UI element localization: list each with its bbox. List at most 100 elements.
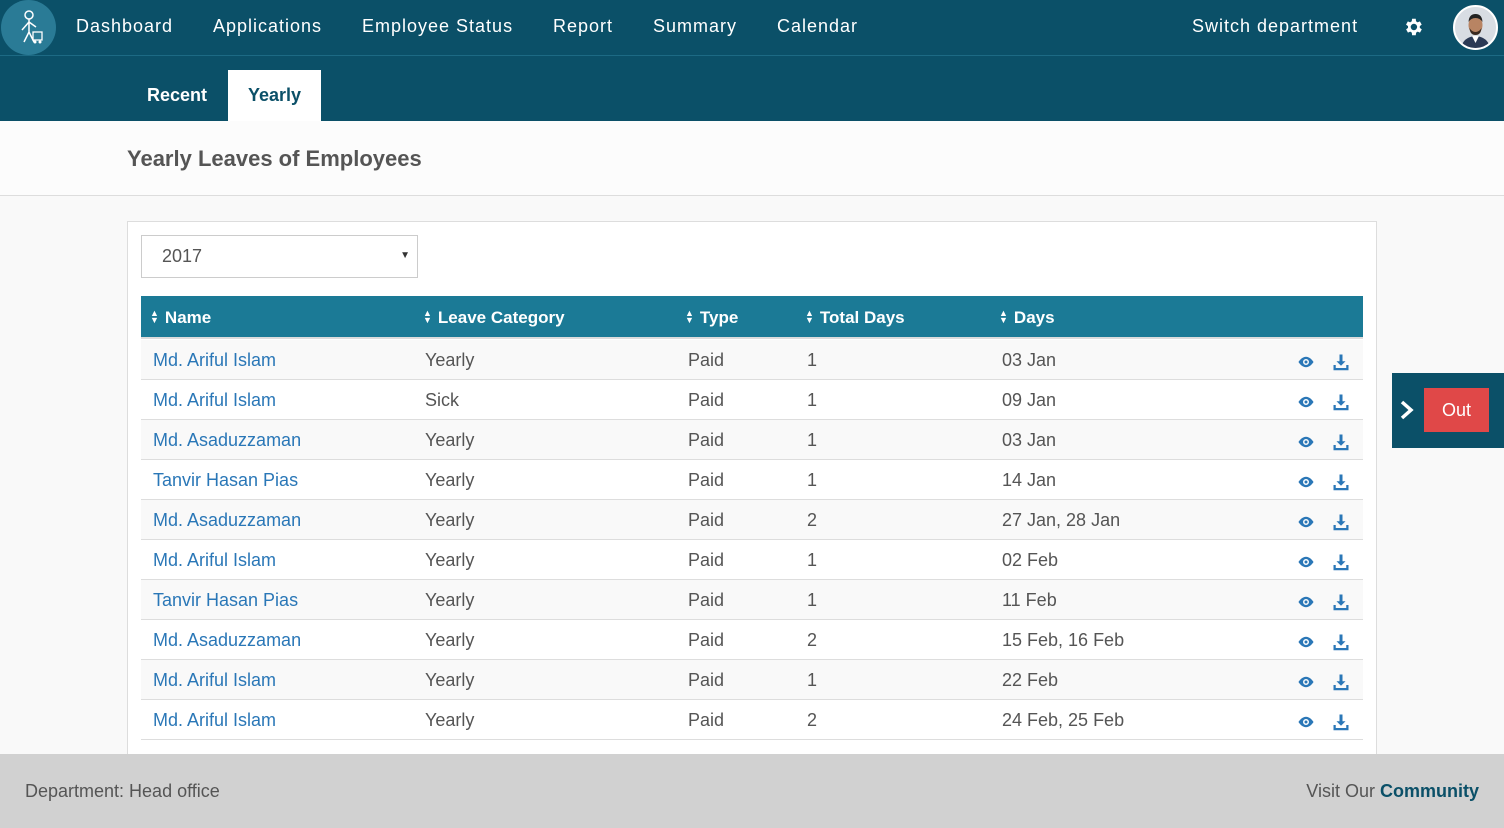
leave-category: Yearly [425,630,475,650]
employee-name-link[interactable]: Md. Ariful Islam [153,710,276,731]
eye-icon[interactable] [1297,473,1315,491]
leave-type: Paid [688,670,725,690]
employee-name-link[interactable]: Md. Asaduzzaman [153,430,301,451]
year-select[interactable]: 2017 ▼ [141,235,418,278]
eye-icon[interactable] [1297,633,1315,651]
sort-icon: ▲ ▼ [423,307,432,325]
employee-name-link[interactable]: Md. Asaduzzaman [153,630,301,651]
employee-name-link[interactable]: Md. Ariful Islam [153,350,276,371]
employee-name-link[interactable]: Md. Ariful Islam [153,670,276,691]
download-icon[interactable] [1332,473,1350,491]
sort-icon: ▲ ▼ [685,307,694,325]
table-row: Md. Ariful Islam Yearly Paid 2 24 Feb, 2… [141,700,1363,740]
table-row: Md. Ariful Islam Yearly Paid 1 03 Jan [141,340,1363,380]
user-photo-icon [1455,7,1496,48]
switch-department-link[interactable]: Switch department [1192,16,1358,37]
column-header-leave-category[interactable]: ▲ ▼ Leave Category [423,308,565,328]
leave-days: 14 Jan [1002,470,1057,490]
footer: Department: Head office Visit Our Commun… [0,754,1504,828]
download-icon[interactable] [1332,353,1350,371]
chevron-right-icon[interactable] [1400,400,1414,420]
leave-days: 22 Feb [1002,670,1059,690]
eye-icon[interactable] [1297,513,1315,531]
sort-icon: ▲ ▼ [150,307,159,325]
leave-type: Paid [688,470,725,490]
nav-report[interactable]: Report [553,16,613,37]
leave-days: 03 Jan [1002,430,1057,450]
column-header-leave-category-label: Leave Category [437,308,565,327]
community-link[interactable]: Community [1380,781,1479,801]
eye-icon[interactable] [1297,593,1315,611]
nav-calendar[interactable]: Calendar [777,16,858,37]
table-row: Md. Ariful Islam Yearly Paid 1 22 Feb [141,660,1363,700]
eye-icon[interactable] [1297,553,1315,571]
total-days: 2 [807,510,818,530]
download-icon[interactable] [1332,433,1350,451]
nav-dashboard[interactable]: Dashboard [76,16,173,37]
download-icon[interactable] [1332,673,1350,691]
download-icon[interactable] [1332,393,1350,411]
leave-category: Yearly [425,550,475,570]
user-avatar[interactable] [1453,5,1498,50]
download-icon[interactable] [1332,713,1350,731]
employee-name-link[interactable]: Tanvir Hasan Pias [153,470,298,491]
leave-category: Yearly [425,710,475,730]
eye-icon[interactable] [1297,353,1315,371]
leave-days: 02 Feb [1002,550,1059,570]
column-header-total-days-label: Total Days [819,308,905,327]
employee-name-link[interactable]: Tanvir Hasan Pias [153,590,298,611]
download-icon[interactable] [1332,513,1350,531]
table-row: Md. Asaduzzaman Yearly Paid 2 15 Feb, 16… [141,620,1363,660]
attendance-side-panel: Out [1392,373,1504,448]
leave-type: Paid [688,590,725,610]
column-header-days[interactable]: ▲ ▼ Days [999,308,1055,328]
leave-type: Paid [688,510,725,530]
total-days: 1 [807,550,818,570]
nav-employee-status[interactable]: Employee Status [362,16,513,37]
eye-icon[interactable] [1297,433,1315,451]
page-title: Yearly Leaves of Employees [127,146,422,171]
download-icon[interactable] [1332,553,1350,571]
download-icon[interactable] [1332,593,1350,611]
eye-icon[interactable] [1297,673,1315,691]
sort-icon: ▲ ▼ [999,307,1008,325]
leave-type: Paid [688,390,725,410]
out-button[interactable]: Out [1424,388,1489,432]
leave-type: Paid [688,550,725,570]
tab-yearly[interactable]: Yearly [228,70,321,121]
year-select-value: 2017 [162,246,203,266]
column-header-total-days[interactable]: ▲ ▼ Total Days [805,308,905,328]
eye-icon[interactable] [1297,713,1315,731]
nav-applications[interactable]: Applications [213,16,322,37]
leave-category: Yearly [425,430,475,450]
column-header-name[interactable]: ▲ ▼ Name [150,308,211,328]
total-days: 2 [807,630,818,650]
leave-days: 09 Jan [1002,390,1057,410]
leave-days: 11 Feb [1002,590,1057,610]
tab-recent[interactable]: Recent [127,70,227,121]
column-header-type[interactable]: ▲ ▼ Type [685,308,738,328]
table-row: Tanvir Hasan Pias Yearly Paid 1 14 Jan [141,460,1363,500]
eye-icon[interactable] [1297,393,1315,411]
app-logo[interactable] [1,0,56,55]
nav-summary[interactable]: Summary [653,16,737,37]
employee-name-link[interactable]: Md. Asaduzzaman [153,510,301,531]
table-row: Md. Ariful Islam Yearly Paid 1 02 Feb [141,540,1363,580]
total-days: 1 [807,390,818,410]
leave-type: Paid [688,430,725,450]
leave-category: Yearly [425,670,475,690]
download-icon[interactable] [1332,633,1350,651]
leave-days: 27 Jan, 28 Jan [1002,510,1121,530]
visit-community: Visit Our Community [1306,781,1479,802]
leave-category: Yearly [425,470,475,490]
table-header: ▲ ▼ Name ▲ ▼ Leave Category ▲ ▼ Type ▲ ▼ Total D… [141,296,1363,339]
sort-icon: ▲ ▼ [805,307,814,325]
leave-category: Yearly [425,590,475,610]
visit-text: Visit Our [1306,781,1375,801]
leave-type: Paid [688,630,725,650]
employee-name-link[interactable]: Md. Ariful Islam [153,550,276,571]
column-header-name-label: Name [164,308,212,327]
employee-name-link[interactable]: Md. Ariful Islam [153,390,276,411]
gear-icon[interactable] [1402,16,1424,38]
column-header-days-label: Days [1013,308,1055,327]
